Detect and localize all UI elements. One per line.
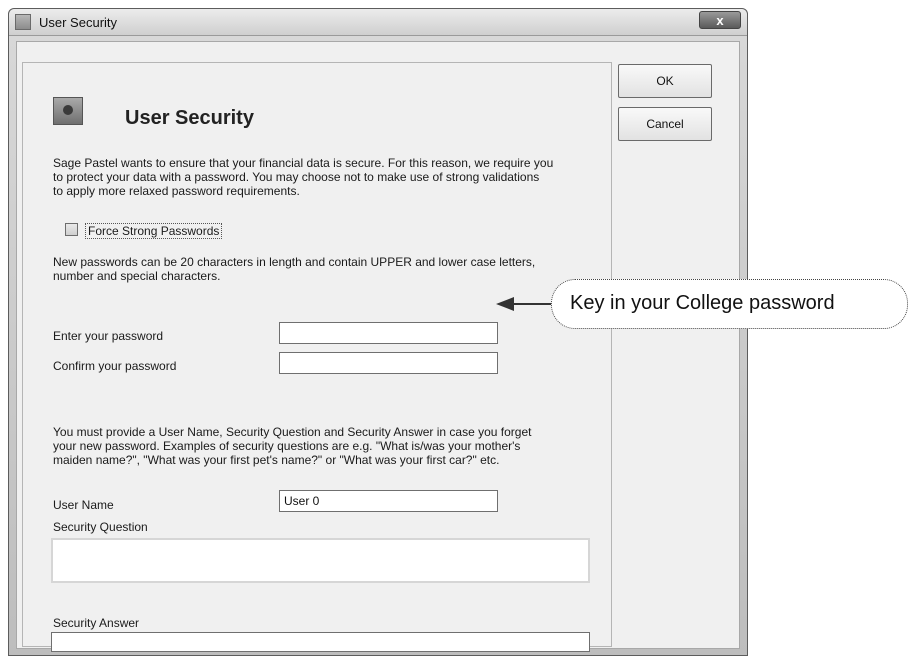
confirm-password-label: Confirm your password (53, 359, 177, 373)
rules-line: number and special characters. (53, 269, 221, 283)
rules-line: New passwords can be 20 characters in le… (53, 255, 536, 269)
user-security-window: User Security x User Security Sage Paste… (8, 8, 748, 656)
recovery-info-text: You must provide a User Name, Security Q… (53, 425, 531, 467)
ok-button[interactable]: OK (618, 64, 712, 98)
intro-line: Sage Pastel wants to ensure that your fi… (53, 156, 554, 170)
window-title: User Security (39, 15, 118, 30)
force-strong-passwords-label[interactable]: Force Strong Passwords (85, 223, 223, 239)
callout-text: Key in your College password (570, 292, 835, 314)
security-answer-label: Security Answer (53, 616, 140, 630)
info-line: your new password. Examples of security … (53, 439, 521, 453)
close-button[interactable]: x (699, 11, 741, 29)
intro-text: Sage Pastel wants to ensure that your fi… (53, 156, 553, 198)
confirm-password-input[interactable] (279, 352, 498, 374)
intro-line: to apply more relaxed password requireme… (53, 184, 300, 198)
security-question-input[interactable] (51, 538, 590, 583)
security-panel: User Security Sage Pastel wants to ensur… (22, 62, 612, 652)
title-bar[interactable]: User Security x (9, 9, 747, 36)
cancel-button[interactable]: Cancel (618, 107, 712, 141)
user-name-label: User Name (53, 498, 114, 512)
intro-line: to protect your data with a password. Yo… (53, 170, 540, 184)
panel-heading: User Security (125, 107, 254, 129)
info-line: maiden name?", "What was your first pet'… (53, 453, 500, 467)
security-question-label: Security Question (53, 520, 148, 534)
password-label: Enter your password (53, 329, 164, 343)
user-security-icon (53, 97, 83, 125)
password-rules-text: New passwords can be 20 characters in le… (53, 255, 535, 283)
info-line: You must provide a User Name, Security Q… (53, 425, 532, 439)
security-answer-input[interactable] (51, 632, 590, 652)
force-strong-passwords-checkbox[interactable] (65, 223, 78, 236)
password-input[interactable] (279, 322, 498, 344)
user-name-input[interactable]: User 0 (279, 490, 498, 512)
callout-arrow (496, 297, 554, 311)
app-icon (15, 14, 31, 30)
